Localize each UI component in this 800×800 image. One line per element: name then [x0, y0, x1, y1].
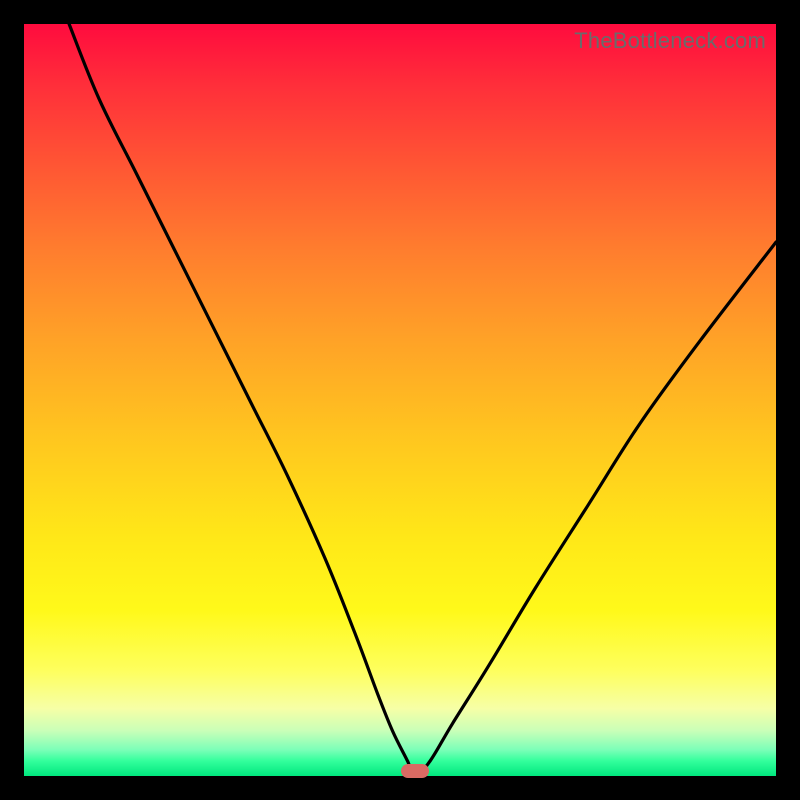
minimum-marker: [401, 764, 429, 778]
curve-path: [69, 24, 776, 776]
bottleneck-curve: [24, 24, 776, 776]
chart-frame: TheBottleneck.com: [0, 0, 800, 800]
plot-area: TheBottleneck.com: [24, 24, 776, 776]
